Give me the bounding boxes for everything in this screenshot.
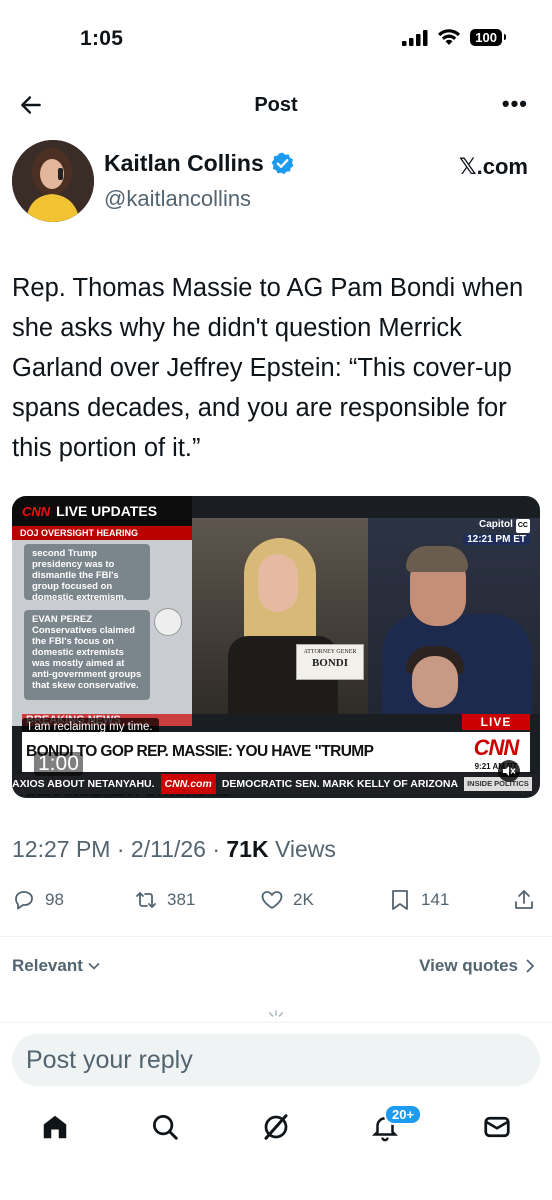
like-button[interactable]: 2K (260, 888, 314, 912)
live-tag: LIVE (462, 714, 530, 730)
chyron: BONDI TO GOP REP. MASSIE: YOU HAVE "TRUM… (22, 732, 464, 798)
notifications-badge: 20+ (384, 1104, 423, 1125)
ticker-left: AXIOS ABOUT NETANYAHU. (12, 778, 155, 790)
author-handle[interactable]: @kaitlancollins (104, 186, 251, 212)
replies-sort-label: Relevant (12, 956, 83, 975)
update-card-text: Conservatives claimed the FBI's focus on… (32, 625, 142, 691)
view-quotes-label: View quotes (419, 956, 518, 975)
reply-count: 98 (45, 890, 64, 909)
post-header: Post ••• (0, 82, 552, 128)
share-button[interactable] (512, 888, 536, 912)
author-name[interactable]: Kaitlan Collins (104, 150, 264, 177)
cnn-header: CNN LIVE UPDATES (12, 496, 192, 526)
chevron-down-icon (88, 962, 100, 970)
ticker-right: DEMOCRATIC SEN. MARK KELLY OF ARIZONA (221, 778, 459, 790)
repost-count: 381 (167, 890, 196, 909)
location-tag: Capitol CC 12:21 PM ET (463, 518, 530, 547)
broadcast-clock: 12:21 PM ET (463, 534, 530, 545)
cnn-subhead: DOJ OVERSIGHT HEARING (12, 526, 192, 540)
nameplate-name: BONDI (311, 657, 349, 669)
reply-icon (15, 891, 33, 910)
cc-icon: CC (515, 519, 530, 533)
update-card: EVAN PEREZ Conservatives claimed the FBI… (24, 610, 150, 700)
repost-button[interactable]: 381 (134, 888, 195, 912)
cnn-logo: CNN (462, 732, 530, 764)
author-name-row[interactable]: Kaitlan Collins (104, 150, 295, 177)
post-timestamp: 12:27 PM · 2/11/26 · 71K Views (12, 836, 336, 863)
cnn-logo: CNN (22, 503, 51, 519)
footage-figure3-face (412, 656, 458, 708)
separator: · (212, 836, 220, 862)
divider (0, 1022, 552, 1023)
replies-sort-dropdown[interactable]: Relevant (12, 956, 101, 976)
verified-badge-icon (271, 152, 294, 175)
loading-spinner-icon (269, 1010, 283, 1017)
ticker-cnn-logo: CNN.com (160, 774, 216, 794)
nameplate-title: ATTORNEY GENER (303, 649, 357, 655)
footage-figure-face (258, 554, 298, 612)
avatar[interactable] (12, 140, 94, 222)
wifi-icon (438, 29, 461, 45)
status-icons: 100 (402, 29, 506, 46)
reporter-name: EVAN PEREZ (32, 614, 93, 625)
hearing-footage: ATTORNEY GENER BONDI (192, 518, 540, 714)
location-label: Capitol (478, 519, 513, 530)
post-date: 2/11/26 (130, 836, 206, 862)
mute-icon[interactable] (498, 760, 520, 782)
separator: · (116, 836, 125, 862)
share-icon (515, 890, 533, 909)
view-quotes-link[interactable]: View quotes (419, 956, 536, 976)
ticker-show-tag: INSIDE POLITICS (464, 777, 532, 792)
post-time: 12:27 PM (12, 836, 111, 862)
bottom-tab-bar (0, 1100, 552, 1200)
views-count[interactable]: 71K (226, 836, 268, 862)
video-duration: 1:00 (34, 752, 83, 776)
reply-input[interactable]: Post your reply (12, 1034, 540, 1086)
heart-icon (261, 891, 283, 909)
reply-button[interactable]: 98 (12, 888, 64, 912)
nameplate: ATTORNEY GENER BONDI (296, 644, 364, 680)
status-bar: 1:05 100 (0, 0, 552, 80)
update-card: second Trump presidency was to dismantle… (24, 544, 150, 603)
action-bar: 98 381 2K 141 (12, 888, 540, 920)
bookmark-button[interactable]: 141 (388, 888, 449, 912)
views-label: Views (274, 836, 336, 862)
footage-figure2-hair (406, 546, 468, 572)
cnn-sidebar: CNN LIVE UPDATES DOJ OVERSIGHT HEARING s… (12, 496, 192, 726)
chevron-right-icon (526, 959, 535, 973)
reporter-avatar (154, 608, 182, 636)
grok-icon[interactable] (261, 1112, 291, 1142)
more-options-button[interactable]: ••• (502, 93, 528, 115)
battery-indicator: 100 (470, 29, 506, 46)
avatar-image (12, 140, 94, 222)
messages-icon[interactable] (482, 1112, 512, 1142)
divider (0, 936, 552, 937)
like-count: 2K (293, 890, 314, 909)
status-time: 1:05 (80, 27, 124, 50)
page-title: Post (254, 94, 298, 116)
video-player[interactable]: CNN LIVE UPDATES DOJ OVERSIGHT HEARING s… (12, 496, 540, 798)
bookmark-count: 141 (421, 890, 450, 909)
signal-icon (402, 29, 428, 46)
post-text: Rep. Thomas Massie to AG Pam Bondi when … (12, 274, 524, 462)
repost-icon (136, 892, 156, 908)
search-icon[interactable] (150, 1112, 180, 1142)
bookmark-icon (392, 890, 408, 910)
home-icon[interactable] (40, 1112, 70, 1142)
cnn-header-text: LIVE UPDATES (56, 503, 158, 519)
source-label: 𝕏.com (458, 154, 528, 179)
news-ticker: AXIOS ABOUT NETANYAHU. CNN.com DEMOCRATIC … (12, 774, 540, 794)
